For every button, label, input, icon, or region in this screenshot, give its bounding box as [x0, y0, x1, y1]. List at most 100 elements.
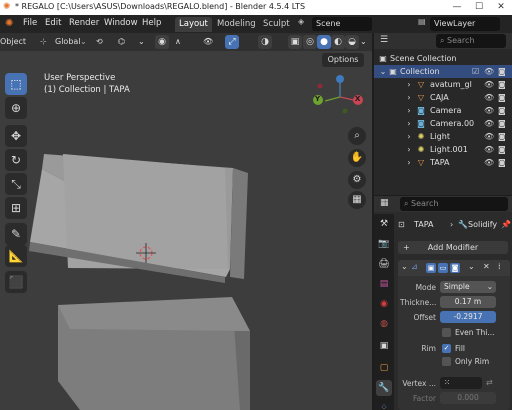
outliner-item[interactable]: › ▽ avatum_gl 👁 ◙ [374, 78, 512, 91]
add-cube-tool-icon[interactable]: ⬛ [5, 271, 27, 293]
render-toggle-icon[interactable]: ◙ [450, 263, 460, 273]
minimize-button[interactable]: — [446, 0, 468, 15]
mode-dropdown[interactable]: Simple ⌄ [440, 281, 496, 293]
transform-tool-icon[interactable]: ⊞ [5, 197, 27, 219]
properties-search[interactable]: ⌕ Search [400, 197, 508, 211]
pin-icon[interactable]: 📌 [501, 220, 511, 229]
snap-icon[interactable]: ⌬ [118, 35, 125, 49]
camera-view-icon[interactable]: ⚙ [348, 171, 366, 189]
outliner-item[interactable]: › ▽ CAJA 👁 ◙ [374, 91, 512, 104]
add-modifier-button[interactable]: + Add Modifier [398, 241, 508, 254]
properties-editor-icon[interactable]: ▦ [380, 198, 389, 208]
render-tab-icon[interactable]: 📷 [376, 236, 392, 252]
viewport-toggle-icon[interactable]: ▭ [438, 263, 448, 273]
eye-icon[interactable]: 👁 [484, 78, 494, 91]
view-layer-tab-icon[interactable]: ▤ [376, 276, 392, 292]
chevron-right-icon[interactable]: › [404, 156, 414, 169]
eye-icon[interactable]: 👁 [484, 130, 494, 143]
camera-icon[interactable]: ◙ [498, 143, 506, 156]
annotate-tool-icon[interactable]: ✎ [5, 223, 27, 245]
eye-icon[interactable]: 👁 [484, 156, 494, 169]
chevron-right-icon[interactable]: › [404, 78, 414, 91]
menu-edit[interactable]: Edit [45, 18, 61, 28]
camera-icon[interactable]: ◙ [498, 65, 506, 78]
eye-icon[interactable]: 👁 [484, 117, 494, 130]
close-button[interactable]: ✕ [490, 0, 512, 15]
outliner-search[interactable]: ⌕ Search [436, 34, 506, 48]
camera-icon[interactable]: ◙ [498, 130, 506, 143]
output-tab-icon[interactable]: 🖨 [376, 256, 392, 272]
outliner-item[interactable]: › ◙ Camera 👁 ◙ [374, 104, 512, 117]
object-tab-icon[interactable]: ▢ [376, 360, 392, 376]
visibility-icon[interactable]: 👁 [203, 35, 213, 49]
camera-icon[interactable]: ◙ [498, 91, 506, 104]
measure-tool-icon[interactable]: 📐 [5, 245, 27, 267]
camera-icon[interactable]: ◙ [498, 117, 506, 130]
camera-icon[interactable]: ◙ [498, 156, 506, 169]
outliner-item[interactable]: › ✺ Light 👁 ◙ [374, 130, 512, 143]
wireframe-shading-icon[interactable]: ◎ [303, 35, 317, 49]
pivot-icon[interactable]: ⟲ [96, 35, 103, 49]
overlay-toggle-icon[interactable]: ◑ [258, 35, 272, 49]
transform-orientation[interactable]: Global [55, 35, 81, 49]
zoom-icon[interactable]: ⌕ [348, 127, 366, 145]
solid-shading-icon[interactable]: ● [317, 35, 331, 49]
close-icon[interactable]: ✕ [483, 262, 490, 271]
menu-file[interactable]: File [23, 18, 37, 28]
eye-icon[interactable]: 👁 [484, 143, 494, 156]
proportional-edit-icon[interactable]: ◉ [155, 35, 169, 49]
pan-hand-icon[interactable]: ✋ [348, 149, 366, 167]
tab-sculpt[interactable]: Sculpt [259, 17, 294, 32]
fill-checkbox[interactable]: ✓ [442, 344, 451, 353]
scene-tab-icon[interactable]: ◉ [376, 296, 392, 312]
checkbox-icon[interactable]: ☑ [472, 65, 479, 78]
edit-mode-toggle-icon[interactable]: ▣ [426, 263, 436, 273]
3d-viewport[interactable]: Options User Perspective (1) Collection … [0, 51, 372, 410]
menu-help[interactable]: Help [142, 18, 161, 28]
falloff-icon[interactable]: ∧ [175, 35, 181, 49]
outliner-scene-collection[interactable]: ▣ Scene Collection [374, 52, 512, 65]
blender-menu-icon[interactable]: ✺ [5, 18, 13, 29]
eye-icon[interactable]: 👁 [484, 65, 494, 78]
rotate-tool-icon[interactable]: ↻ [5, 149, 27, 171]
menu-render[interactable]: Render [69, 18, 99, 28]
shading-options-icon[interactable]: ⌄ [360, 35, 367, 49]
outliner-item[interactable]: › ▽ TAPA 👁 ◙ [374, 156, 512, 169]
scale-tool-icon[interactable]: ⤡ [5, 173, 27, 195]
maximize-button[interactable]: ☐ [468, 0, 490, 15]
move-tool-icon[interactable]: ✥ [5, 125, 27, 147]
only-rim-checkbox[interactable] [442, 357, 451, 366]
outliner-editor-icon[interactable]: ☰ [380, 35, 388, 45]
world-tab-icon[interactable]: ◍ [376, 316, 392, 332]
scene-selector[interactable]: Scene [312, 17, 372, 31]
modifier-tab-icon[interactable]: 🔧 [376, 380, 392, 396]
tab-modeling[interactable]: Modeling [213, 17, 260, 32]
eye-icon[interactable]: 👁 [484, 104, 494, 117]
tool-tab-icon[interactable]: ⚒ [376, 216, 392, 232]
snap-options-icon[interactable]: ⌄ [138, 35, 145, 49]
chevron-right-icon[interactable]: › [404, 117, 414, 130]
offset-field[interactable]: -0.2917 [440, 311, 496, 323]
particles-tab-icon[interactable]: ⁘ [376, 400, 392, 410]
vertex-group-field[interactable]: ⁙ [440, 377, 482, 389]
menu-window[interactable]: Window [104, 18, 138, 28]
drag-handle-icon[interactable]: ⁞ [498, 262, 501, 271]
eye-icon[interactable]: 👁 [484, 91, 494, 104]
invert-icon[interactable]: ⇄ [486, 378, 493, 387]
xray-toggle-icon[interactable]: ▣ [288, 35, 302, 49]
select-box-tool-icon[interactable]: ⬚ [5, 73, 27, 95]
chevron-down-icon[interactable]: ⌄ [468, 262, 475, 271]
outliner-item[interactable]: › ✺ Light.001 👁 ◙ [374, 143, 512, 156]
outliner-item[interactable]: › ◙ Camera.00 👁 ◙ [374, 117, 512, 130]
viewlayer-selector[interactable]: ViewLayer [430, 17, 500, 31]
material-shading-icon[interactable]: ◐ [331, 35, 345, 49]
tab-layout[interactable]: Layout [175, 17, 212, 32]
camera-icon[interactable]: ◙ [498, 104, 506, 117]
outliner-collection[interactable]: ⌄ ▣ Collection ☑ 👁 ◙ [374, 65, 512, 78]
thickness-field[interactable]: 0.17 m [440, 296, 496, 308]
mode-selector[interactable]: Object [0, 35, 26, 49]
gizmo-toggle-icon[interactable]: ⤢ [225, 35, 239, 49]
chevron-right-icon[interactable]: › [404, 130, 414, 143]
camera-icon[interactable]: ◙ [498, 78, 506, 91]
chevron-right-icon[interactable]: › [404, 91, 414, 104]
